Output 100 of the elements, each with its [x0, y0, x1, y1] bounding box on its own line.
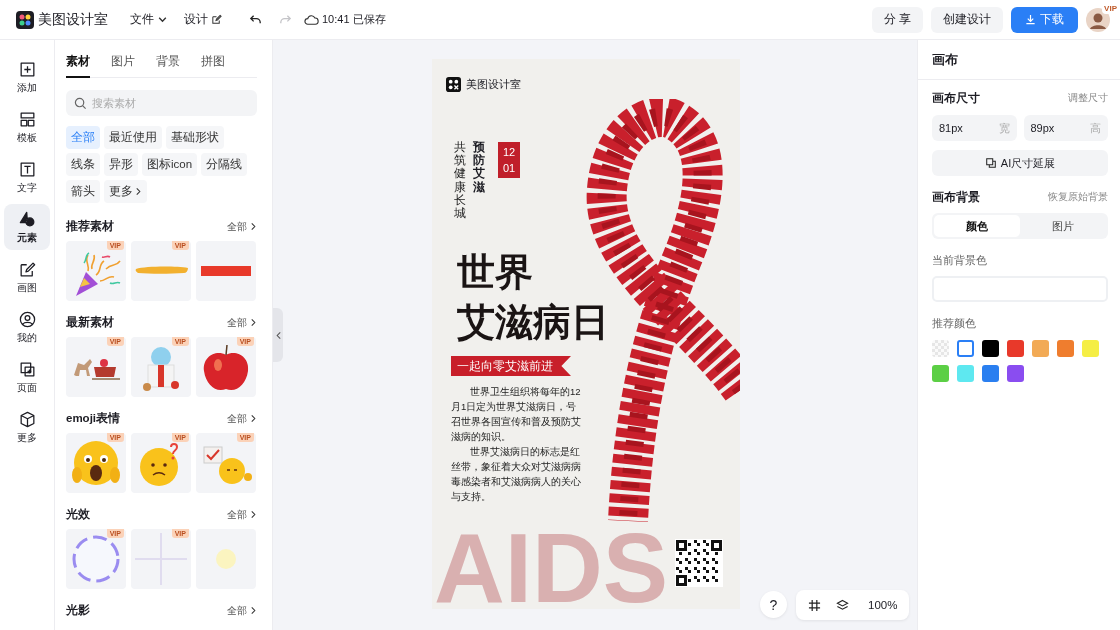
bubble-drawing [72, 535, 120, 583]
chevron-icon [250, 510, 257, 519]
filter-chip[interactable]: 全部 [66, 126, 100, 149]
poster-brand: 美图设计室 [466, 77, 521, 92]
search-field[interactable]: 搜索素材 [66, 90, 257, 116]
poster-paragraph: 世界卫生组织将每年的12月1日定为世界艾滋病日，号召世界各国宣传和普及预防艾滋病的知识。 [451, 385, 582, 444]
toolbar-button[interactable]: 分 享 [871, 6, 923, 33]
menu-button[interactable]: 文件 [128, 7, 170, 32]
color-swatch[interactable] [982, 365, 999, 382]
bar-shape-drawing [201, 266, 251, 276]
rail-item[interactable]: 模板 [4, 104, 50, 150]
panel-tab[interactable]: 图片 [111, 50, 135, 78]
section-title: 光效 [66, 507, 90, 522]
ai-resize-button[interactable]: AI尺寸延展 [932, 150, 1108, 176]
filter-chip[interactable]: 箭头 [66, 180, 100, 203]
save-status: 10:41 已保存 [322, 12, 386, 27]
poster-watermark-text: AIDS [434, 531, 669, 605]
help-button[interactable]: ? [760, 591, 787, 618]
restore-link[interactable]: 恢复原始背景 [1048, 191, 1108, 204]
zoom-level[interactable]: 100% [868, 599, 898, 611]
material-thumbnail[interactable] [196, 241, 256, 301]
chevron-icon [250, 606, 257, 615]
filter-chip[interactable]: 线条 [66, 153, 100, 176]
scared-emoji-drawing [72, 441, 120, 485]
see-all-link[interactable]: 全部 [227, 507, 257, 522]
rail-item[interactable]: 文字 [4, 154, 50, 200]
see-all-link[interactable]: 全部 [227, 315, 257, 330]
poster[interactable]: 美图设计室 共筑健康长城 预防艾滋 12 01 世界 艾滋病日 一起向零艾滋前进 世界卫生组织将每年的12月1日定为世界艾滋病日，号召世界各国宣传和普及预防艾滋病的知识。 世界艾滋病日的标志是红丝带，象征着大众对艾滋病病毒感染者和艾滋病病人的关心与支持。 AIDS [432, 59, 740, 609]
gift-box-drawing [143, 347, 179, 391]
brand-name: 美图设计室 [38, 10, 108, 29]
section-label: 画布背景 [932, 190, 980, 205]
field-label: 当前背景色 [932, 253, 988, 268]
color-swatch[interactable] [1057, 340, 1074, 357]
filter-chip[interactable]: 更多 [104, 180, 147, 203]
search-icon [74, 97, 87, 110]
logo-icon [446, 77, 461, 92]
edit-icon [211, 14, 222, 25]
filter-chip[interactable]: 最近使用 [104, 126, 162, 149]
field-label: 推荐颜色 [932, 316, 977, 331]
color-swatch[interactable] [932, 340, 949, 357]
color-swatch[interactable] [1082, 340, 1099, 357]
rail-item[interactable]: 更多 [4, 404, 50, 450]
panel-tab[interactable]: 素材 [66, 50, 90, 78]
section-label: 画布尺寸 [932, 91, 980, 106]
poster-title: 世界 [457, 250, 534, 295]
filter-chip[interactable]: 图标icon [142, 153, 198, 176]
layers-icon[interactable] [836, 598, 849, 612]
panel-tab[interactable]: 拼图 [201, 50, 225, 78]
segment-tab[interactable]: 颜色 [934, 215, 1020, 237]
party-popper-drawing [76, 252, 121, 296]
apple-drawing [203, 344, 249, 391]
logo-icon [16, 10, 34, 29]
toolbar-button[interactable]: 创建设计 [931, 6, 1003, 33]
thinking-emoji-drawing [140, 443, 178, 486]
chevron-icon [250, 414, 257, 423]
cloud-icon [304, 13, 319, 26]
see-all-link[interactable]: 全部 [227, 411, 257, 426]
chevron-icon [250, 318, 257, 327]
size-field[interactable]: 81px 宽 [932, 115, 1017, 141]
color-swatch[interactable] [982, 340, 999, 357]
panel-title: 画布 [918, 40, 1120, 80]
glow-drawing [216, 549, 236, 569]
filter-chip[interactable]: 分隔线 [201, 153, 248, 176]
segment-tab[interactable]: 图片 [1020, 215, 1106, 237]
see-all-link[interactable]: 全部 [227, 603, 257, 618]
color-swatch[interactable] [1007, 365, 1024, 382]
rail-icon [17, 209, 37, 229]
poster-slogan: 共筑健康长城 [454, 141, 466, 221]
poster-banner: 一起向零艾滋前进 [451, 356, 571, 376]
resize-icon [984, 157, 997, 169]
section-title: 光影 [66, 603, 90, 618]
rail-item[interactable]: 我的 [4, 304, 50, 350]
qr-code-drawing [675, 539, 723, 587]
rail-item[interactable]: 添加 [4, 54, 50, 100]
menu-button[interactable]: 设计 [182, 7, 224, 32]
color-swatch[interactable] [957, 365, 974, 382]
resize-link[interactable]: 调整尺寸 [1068, 92, 1108, 105]
color-swatch[interactable] [957, 340, 974, 357]
material-thumbnail[interactable] [196, 529, 256, 589]
poster-title: 艾滋病日 [457, 300, 609, 345]
download-icon [1025, 14, 1036, 25]
color-swatch[interactable] [932, 365, 949, 382]
rail-item[interactable]: 元素 [4, 204, 50, 250]
collapse-handle[interactable] [273, 308, 283, 362]
color-swatch[interactable] [1007, 340, 1024, 357]
size-field[interactable]: 89px 高 [1023, 115, 1108, 141]
panel-tab[interactable]: 背景 [156, 50, 180, 78]
reindeer-sleigh-drawing [74, 359, 121, 380]
filter-chip[interactable]: 基础形状 [166, 126, 224, 149]
rail-item[interactable]: 画图 [4, 254, 50, 300]
rail-item[interactable]: 页面 [4, 354, 50, 400]
color-swatch[interactable] [1032, 340, 1049, 357]
rail-icon [17, 309, 37, 329]
grid-icon[interactable] [808, 598, 821, 612]
see-all-link[interactable]: 全部 [227, 219, 257, 234]
vip-badge: VIP [1102, 3, 1119, 14]
download-button[interactable]: 下载 [1011, 6, 1078, 33]
sparkle-drawing [134, 532, 188, 586]
poster-paragraph: 世界艾滋病日的标志是红丝带，象征着大众对艾滋病病毒感染者和艾滋病病人的关心与支持。 [451, 445, 582, 504]
filter-chip[interactable]: 异形 [104, 153, 138, 176]
